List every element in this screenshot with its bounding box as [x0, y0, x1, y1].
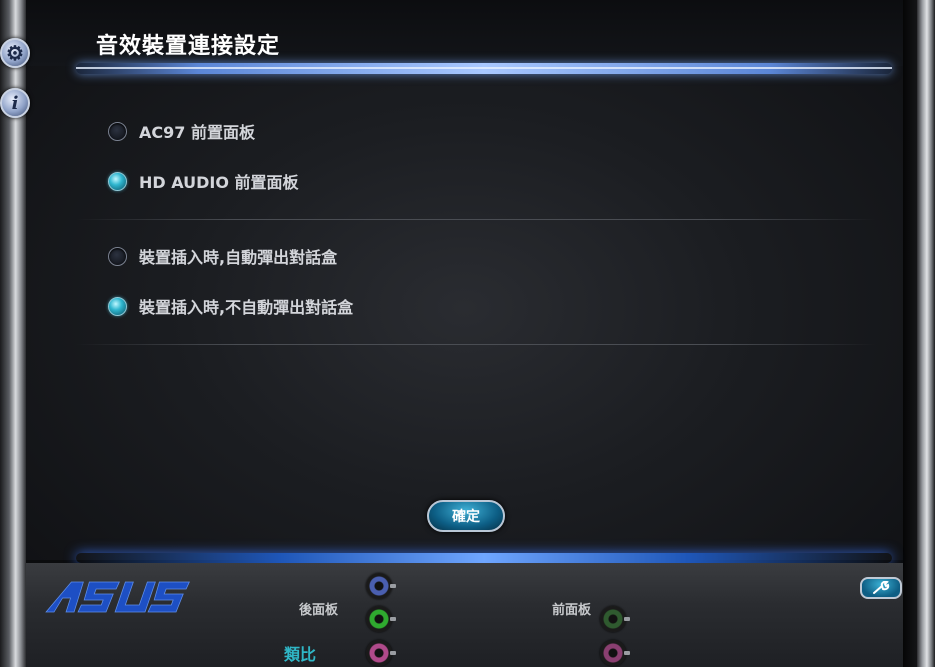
radio-ac97-front-panel[interactable]: AC97 前置面板 [108, 119, 255, 143]
back-panel-pink-jack[interactable] [366, 640, 396, 666]
radio-button[interactable] [108, 121, 127, 141]
radio-button-selected[interactable] [108, 171, 127, 191]
asus-logo [42, 578, 200, 624]
ok-button[interactable]: 確定 [427, 500, 505, 532]
radio-auto-popup[interactable]: 裝置插入時,自動彈出對話盒 [108, 244, 337, 268]
radio-label: AC97 前置面板 [139, 123, 255, 142]
asus-logo-mark [45, 581, 190, 613]
title-glow-divider [76, 63, 892, 74]
wrench-icon[interactable] [860, 577, 902, 599]
radio-label: HD AUDIO 前置面板 [139, 173, 299, 192]
wrench-glyph [873, 581, 890, 594]
radio-button-selected[interactable] [108, 296, 127, 316]
radio-no-auto-popup[interactable]: 裝置插入時,不自動彈出對話盒 [108, 294, 353, 318]
info-icon[interactable]: i [0, 88, 30, 118]
right-frame-shadow [903, 0, 917, 667]
back-panel-label: 後面板 [299, 603, 339, 618]
window-title: 音效裝置連接設定 [96, 34, 281, 59]
front-panel-label: 前面板 [552, 603, 592, 618]
radio-hd-audio-front-panel[interactable]: HD AUDIO 前置面板 [108, 169, 299, 193]
main-panel [26, 0, 903, 560]
right-frame-rail [917, 0, 935, 667]
footer-glow-divider [76, 553, 892, 563]
section-divider [76, 219, 876, 220]
back-panel-green-jack[interactable] [366, 606, 396, 632]
gear-icon[interactable]: ⚙ [0, 38, 30, 68]
radio-label: 裝置插入時,不自動彈出對話盒 [139, 298, 354, 317]
analog-label: 類比 [284, 645, 317, 664]
front-panel-pink-jack[interactable] [600, 640, 630, 666]
radio-button[interactable] [108, 246, 127, 266]
section-divider [76, 344, 876, 345]
back-panel-blue-jack[interactable] [366, 573, 396, 599]
radio-label: 裝置插入時,自動彈出對話盒 [139, 248, 338, 267]
front-panel-green-jack[interactable] [600, 606, 630, 632]
